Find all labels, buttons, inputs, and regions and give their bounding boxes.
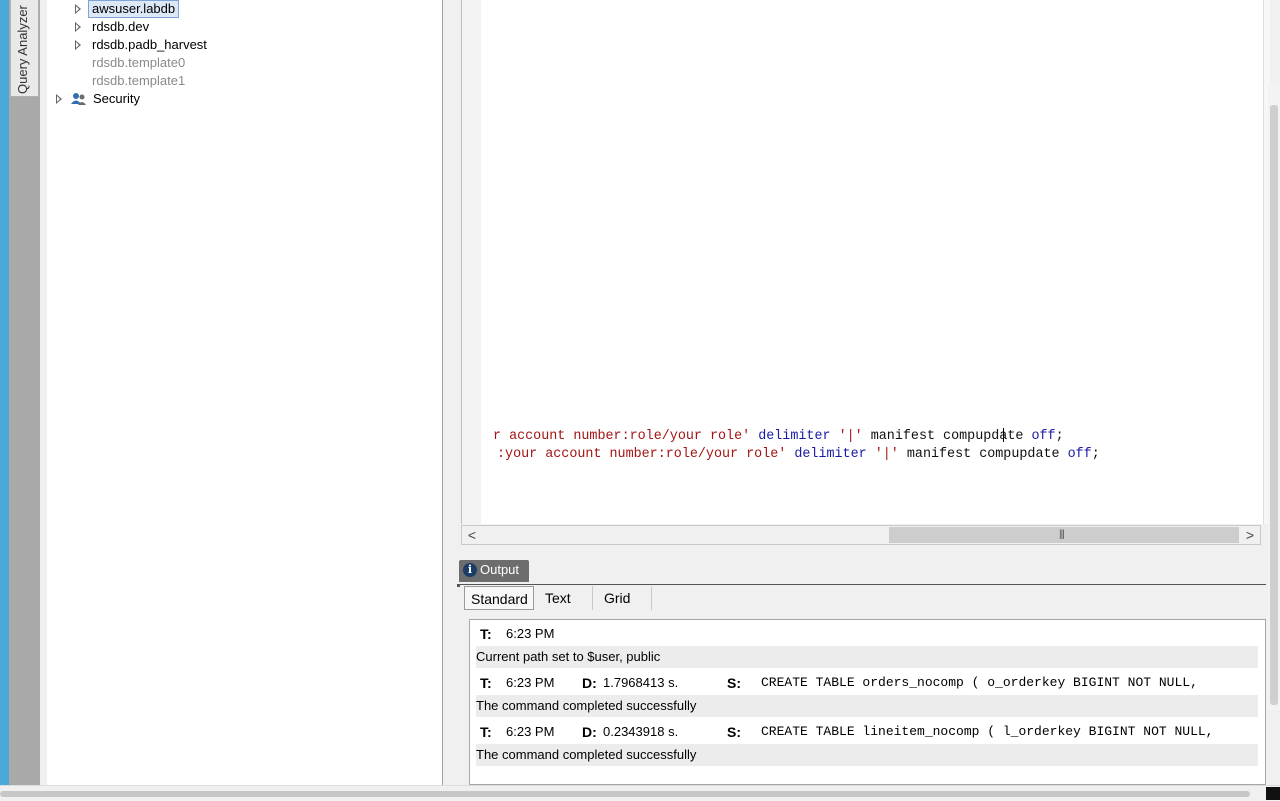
tree-item-label: rdsdb.padb_harvest xyxy=(92,37,207,52)
time-value: 6:23 PM xyxy=(506,724,555,739)
statement-key: S: xyxy=(727,675,741,691)
result-message: The command completed successfully xyxy=(476,698,697,713)
duration-value: 1.7968413 s. xyxy=(603,675,679,690)
output-results: T: 6:23 PM Current path set to $user, pu… xyxy=(469,619,1266,785)
duration-key: D: xyxy=(582,675,597,691)
corner-block xyxy=(1266,787,1280,800)
left-accent-strip xyxy=(0,0,9,800)
query-analyzer-tab-label: Query Analyzer xyxy=(15,5,30,94)
window-horizontal-scrollbar[interactable] xyxy=(0,785,1280,801)
output-panel-header: i Output xyxy=(457,560,1266,587)
result-time-row: T: 6:23 PM xyxy=(476,623,1258,645)
result-message-row: The command completed successfully xyxy=(476,744,1258,766)
editor-gutter xyxy=(461,0,482,524)
expand-arrow-icon[interactable] xyxy=(75,4,81,14)
info-icon: i xyxy=(463,563,477,577)
tree-item-label: Security xyxy=(93,91,140,106)
result-time-row: T: 6:23 PM D: 1.7968413 s. S: CREATE TAB… xyxy=(476,672,1258,694)
tab-text[interactable]: Text xyxy=(539,586,593,610)
tree-item-awsuser-labdb[interactable]: awsuser.labdb xyxy=(47,0,437,18)
scroll-thumb[interactable] xyxy=(0,791,1250,797)
query-analyzer-tab[interactable]: Query Analyzer xyxy=(10,0,39,97)
sql-editor[interactable]: r account number:role/your role' delimit… xyxy=(481,0,1263,524)
code-line-1: r account number:role/your role' delimit… xyxy=(493,429,1064,444)
result-message: The command completed successfully xyxy=(476,747,697,762)
scroll-right-icon[interactable]: > xyxy=(1240,526,1260,544)
tree-item-rdsdb-dev[interactable]: rdsdb.dev xyxy=(47,18,437,36)
scroll-thumb[interactable] xyxy=(1270,105,1278,705)
time-value: 6:23 PM xyxy=(506,675,555,690)
result-time-row: T: 6:23 PM D: 0.2343918 s. S: CREATE TAB… xyxy=(476,721,1258,743)
output-tab[interactable]: i Output xyxy=(459,560,529,582)
result-message-row: The command completed successfully xyxy=(476,695,1258,717)
users-icon xyxy=(71,91,87,107)
result-message-row: Current path set to $user, public xyxy=(476,646,1258,668)
tab-standard[interactable]: Standard xyxy=(464,586,534,610)
output-subtabs: Standard Text Grid xyxy=(460,585,1266,611)
editor-horizontal-scrollbar[interactable]: < ||| > xyxy=(461,525,1261,545)
time-value: 6:23 PM xyxy=(506,626,555,641)
duration-key: D: xyxy=(582,724,597,740)
tab-grid[interactable]: Grid xyxy=(598,586,652,610)
tree-item-label: awsuser.labdb xyxy=(88,0,180,18)
scroll-grip-icon: ||| xyxy=(1059,529,1065,540)
output-tab-label: Output xyxy=(480,562,520,577)
scroll-left-icon[interactable]: < xyxy=(462,526,482,544)
tree-item-security[interactable]: Security xyxy=(47,90,437,108)
scroll-thumb[interactable]: ||| xyxy=(889,527,1239,543)
statement-key: S: xyxy=(727,724,741,740)
side-dock xyxy=(9,0,40,785)
expand-arrow-icon[interactable] xyxy=(56,94,62,104)
statement-value: CREATE TABLE lineitem_nocomp ( l_orderke… xyxy=(761,724,1214,739)
duration-value: 0.2343918 s. xyxy=(603,724,679,739)
time-key: T: xyxy=(480,626,492,642)
code-line-2: :your account number:role/your role' del… xyxy=(497,447,1100,462)
expand-arrow-icon[interactable] xyxy=(75,40,81,50)
tree-item-rdsdb-template1[interactable]: rdsdb.template1 xyxy=(47,72,437,90)
text-cursor xyxy=(1003,428,1004,442)
time-key: T: xyxy=(480,675,492,691)
time-key: T: xyxy=(480,724,492,740)
tree-item-rdsdb-padb-harvest[interactable]: rdsdb.padb_harvest xyxy=(47,36,437,54)
tree-item-label: rdsdb.dev xyxy=(92,19,150,34)
window-vertical-scrollbar[interactable] xyxy=(1268,85,1280,710)
tree-item-label: rdsdb.template0 xyxy=(92,55,186,70)
statement-value: CREATE TABLE orders_nocomp ( o_orderkey … xyxy=(761,675,1198,690)
tree-item-label: rdsdb.template1 xyxy=(92,73,186,88)
tree-item-rdsdb-template0[interactable]: rdsdb.template0 xyxy=(47,54,437,72)
expand-arrow-icon[interactable] xyxy=(75,22,81,32)
result-message: Current path set to $user, public xyxy=(476,649,661,664)
object-tree: awsuser.labdb rdsdb.dev rdsdb.padb_harve… xyxy=(47,0,443,785)
